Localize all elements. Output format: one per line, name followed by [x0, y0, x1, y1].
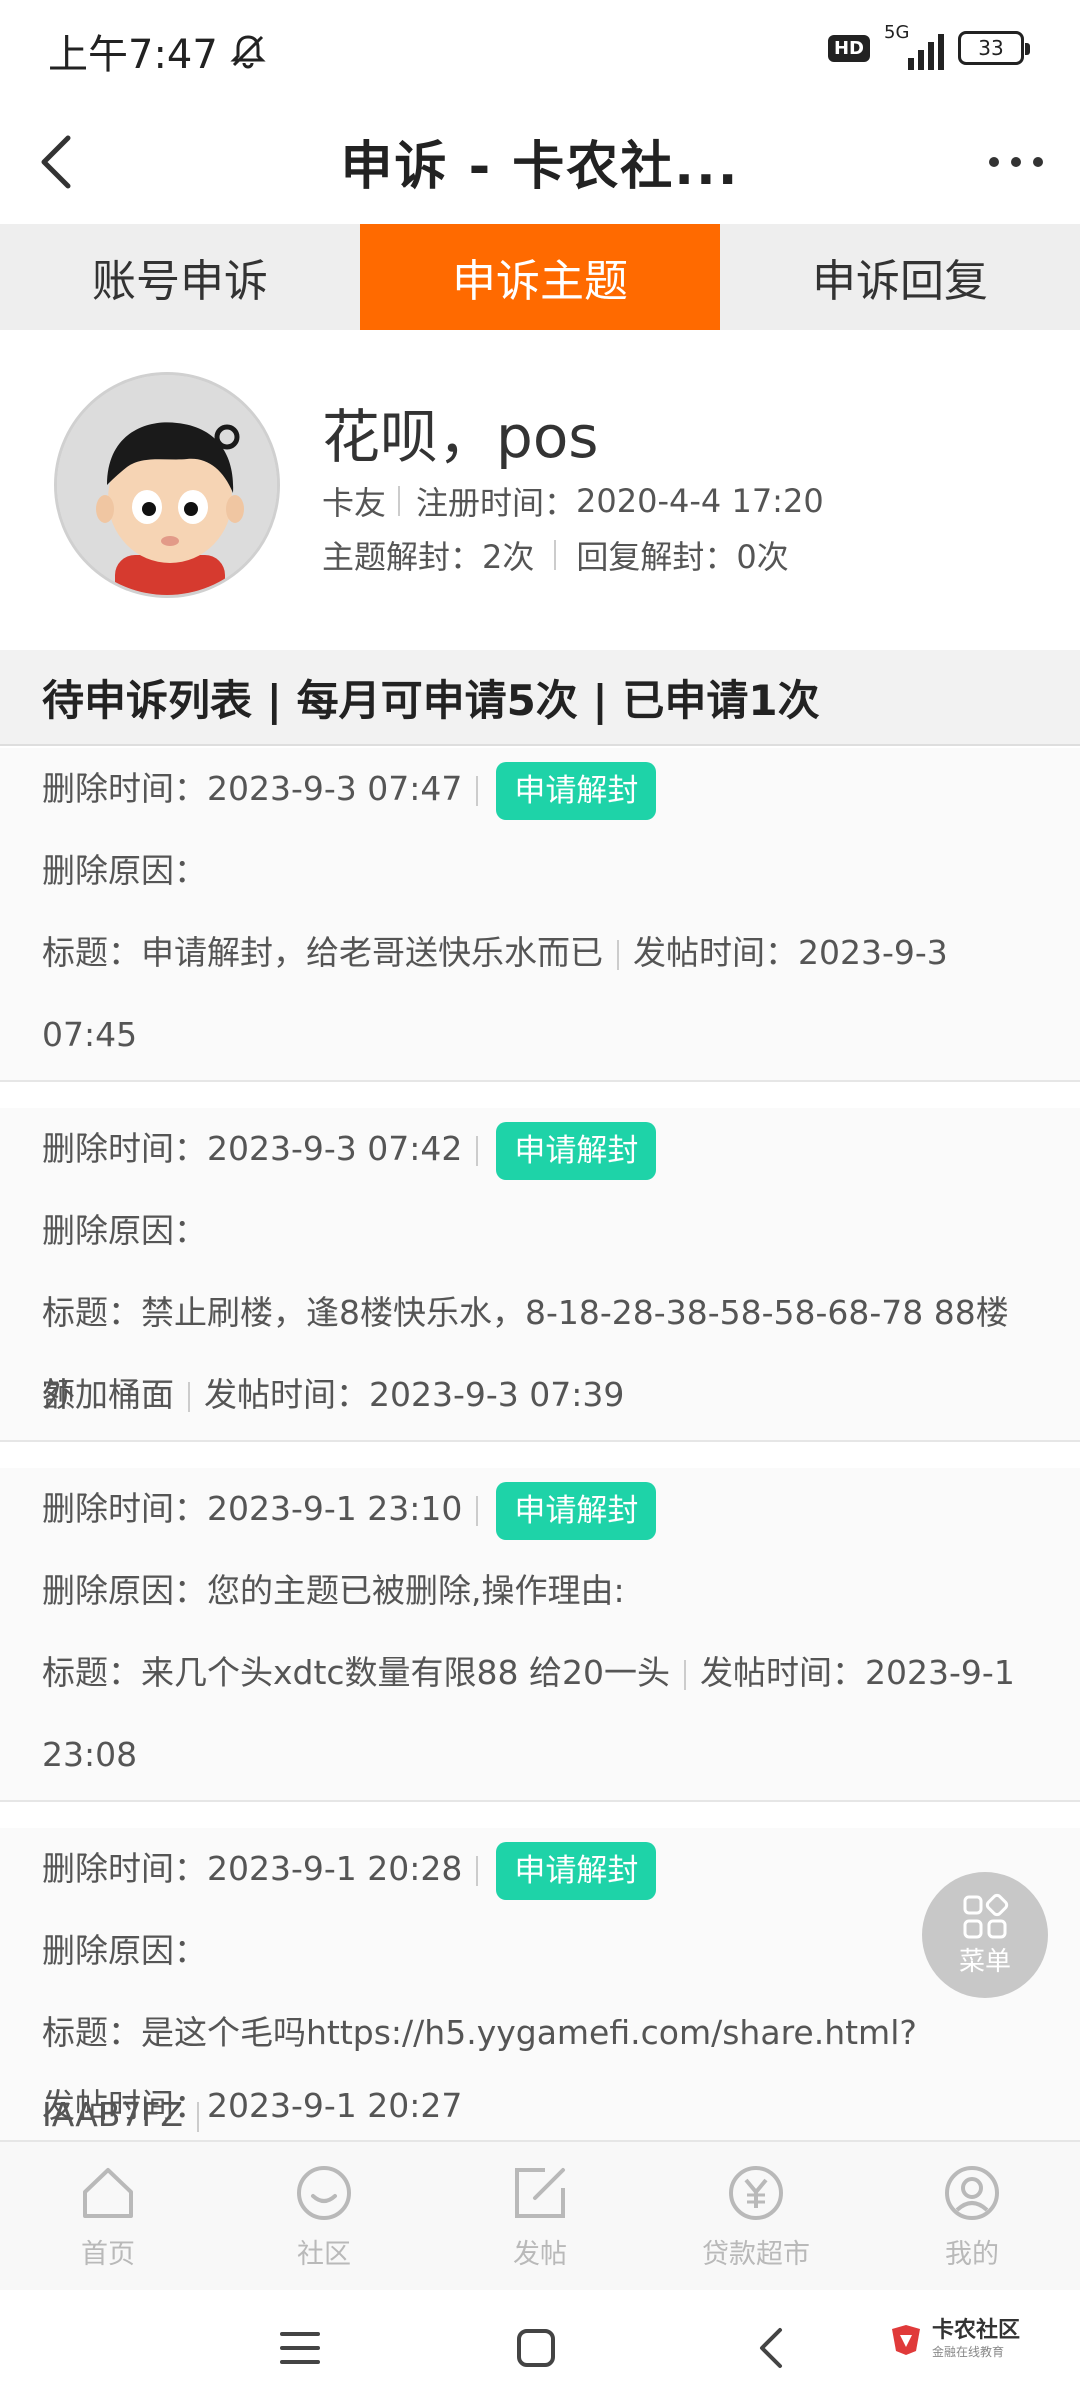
delete-reason: 删除原因： [42, 1211, 207, 1250]
post-title-row: 标题：来几个头xdtc数量有限88 给20一头 发帖时间：2023-9-1 [42, 1632, 1038, 1714]
list-item: 删除时间：2023-9-3 07:42 申请解封 删除原因： 标题：禁止刷楼，逢8… [0, 1108, 1080, 1442]
divider [554, 540, 557, 570]
recents-menu-icon[interactable] [270, 2318, 330, 2378]
bottom-nav-label: 首页 [81, 2238, 135, 2270]
profile-icon [945, 2165, 999, 2220]
floating-menu-label: 菜单 [958, 1946, 1011, 1977]
bottom-nav-home[interactable]: 首页 [0, 2142, 216, 2290]
post-time: 发帖时间：2023-9-1 20:27 [42, 2086, 463, 2125]
delete-time: 删除时间：2023-9-3 07:47 [42, 769, 463, 808]
list-item: 删除时间：2023-9-1 23:10 申请解封 删除原因：您的主题已被删除,操作… [0, 1468, 1080, 1802]
bottom-nav-loan-market[interactable]: 贷款超市 [648, 2142, 864, 2290]
home-square-icon[interactable] [506, 2318, 566, 2378]
delete-time: 删除时间：2023-9-1 23:10 [42, 1489, 463, 1528]
apply-unseal-button[interactable]: 申请解封 [496, 1841, 657, 1900]
post-title[interactable]: 标题：申请解封，给老哥送快乐水而已 [42, 933, 603, 972]
post-time: 发帖时间：2023-9-3 07:39 [204, 1375, 625, 1414]
tab-topic-appeal[interactable]: 申诉主题 [360, 224, 720, 330]
delete-time-row: 删除时间：2023-9-1 23:10 申请解封 [42, 1468, 1038, 1550]
tab-account-appeal[interactable]: 账号申诉 [0, 224, 360, 330]
post-title-continuation: 外加桶面 [42, 1375, 174, 1414]
brand-watermark: 卡农社区 金融在线教育 [888, 2320, 1020, 2358]
apply-unseal-button[interactable]: 申请解封 [496, 1481, 657, 1540]
brand-subtitle: 金融在线教育 [931, 2345, 1004, 2359]
profile-card: 花呗，pos 卡友 注册时间： 2020-4-4 17:20 主题解封：2次 回… [0, 330, 1080, 650]
bottom-nav-mine[interactable]: 我的 [864, 2142, 1080, 2290]
brand-name: 卡农社区 [931, 2318, 1020, 2343]
delete-time: 删除时间：2023-9-1 20:28 [42, 1849, 463, 1888]
topic-unseal-count: 主题解封：2次 [322, 538, 535, 576]
bottom-nav-label: 社区 [297, 2238, 351, 2270]
post-title-row: 标题：申请解封，给老哥送快乐水而已 发帖时间：2023-9-3 [42, 912, 1038, 994]
divider [398, 486, 401, 516]
community-icon [297, 2165, 351, 2220]
tab-bar: 账号申诉 申诉主题 申诉回复 [0, 224, 1080, 330]
status-time-wrap: 上午7:47 [48, 22, 268, 80]
delete-reason: 删除原因：您的主题已被删除,操作理由: [42, 1571, 625, 1610]
list-header: 待申诉列表 | 每月可申请5次 | 已申请1次 [0, 650, 1080, 746]
profile-meta: 卡友 注册时间： 2020-4-4 17:20 [322, 478, 824, 524]
bottom-nav-compose[interactable]: 发帖 [432, 2142, 648, 2290]
delete-time-row: 删除时间：2023-9-3 07:47 申请解封 [42, 748, 1038, 830]
yen-icon [729, 2165, 783, 2220]
floating-menu-button[interactable]: 菜单 [922, 1872, 1048, 1998]
post-time-continuation: 23:08 [42, 1735, 138, 1774]
home-icon [83, 2167, 133, 2218]
register-label: 注册时间： [416, 484, 577, 522]
battery-level: 33 [978, 36, 1004, 60]
network-label: 5G [884, 22, 910, 43]
battery-icon: 33 [958, 31, 1030, 65]
avatar [54, 372, 280, 598]
signal-icon: 5G [884, 22, 944, 70]
post-time: 发帖时间：2023-9-1 [700, 1653, 1015, 1692]
bottom-nav-label: 发帖 [513, 2238, 567, 2270]
more-icon[interactable] [980, 132, 1052, 192]
bottom-nav: 首页 社区 发帖 贷款超市 我的 [0, 2140, 1080, 2290]
delete-reason: 删除原因： [42, 1931, 207, 1970]
delete-time: 删除时间：2023-9-3 07:42 [42, 1129, 463, 1168]
grid-menu-icon [963, 1893, 1009, 1938]
bottom-nav-label: 贷款超市 [702, 2238, 810, 2270]
register-time: 2020-4-4 17:20 [576, 482, 824, 520]
list-item: 删除时间：2023-9-1 20:28 申请解封 删除原因： 标题：是这个毛吗ht… [0, 1828, 1080, 2140]
hd-badge: HD [827, 34, 870, 62]
apply-unseal-button[interactable]: 申请解封 [496, 761, 657, 820]
delete-reason: 删除原因： [42, 851, 207, 890]
bottom-nav-community[interactable]: 社区 [216, 2142, 432, 2290]
tab-reply-appeal[interactable]: 申诉回复 [720, 224, 1080, 330]
post-time: 发帖时间：2023-9-3 [633, 933, 948, 972]
delete-time-row: 删除时间：2023-9-3 07:42 申请解封 [42, 1108, 1038, 1190]
reply-unseal-count: 回复解封：0次 [576, 538, 789, 576]
profile-stats: 主题解封：2次 回复解封：0次 [322, 532, 789, 578]
apply-unseal-button[interactable]: 申请解封 [496, 1121, 657, 1180]
system-nav-bar: 卡农社区 金融在线教育 [0, 2290, 1080, 2400]
page-title: 申诉 - 卡农社... [340, 137, 740, 197]
compose-icon [515, 2167, 565, 2218]
bottom-nav-label: 我的 [945, 2238, 999, 2270]
nav-bar: 申诉 - 卡农社... [0, 100, 1080, 224]
user-role: 卡友 [322, 484, 387, 522]
mute-bell-icon [230, 35, 266, 69]
post-title-continuation-row: 外加桶面 发帖时间：2023-9-3 07:39 [42, 1354, 1038, 1436]
status-icons: HD 5G 33 [827, 22, 1030, 70]
avatar-illustration [57, 375, 277, 595]
delete-time-row: 删除时间：2023-9-1 20:28 申请解封 [42, 1828, 1038, 1910]
status-time: 上午7:47 [48, 32, 218, 78]
post-title[interactable]: 标题：来几个头xdtc数量有限88 给20一头 [42, 1653, 670, 1692]
post-time-continuation: 07:45 [42, 1015, 138, 1054]
system-back-icon[interactable] [742, 2318, 802, 2378]
status-bar: 上午7:47 HD 5G 33 [0, 0, 1080, 100]
user-name: 花呗，pos [322, 403, 599, 471]
brand-logo-icon [891, 2325, 920, 2355]
list-item: 删除时间：2023-9-3 07:47 申请解封 删除原因： 标题：申请解封，给老… [0, 748, 1080, 1082]
